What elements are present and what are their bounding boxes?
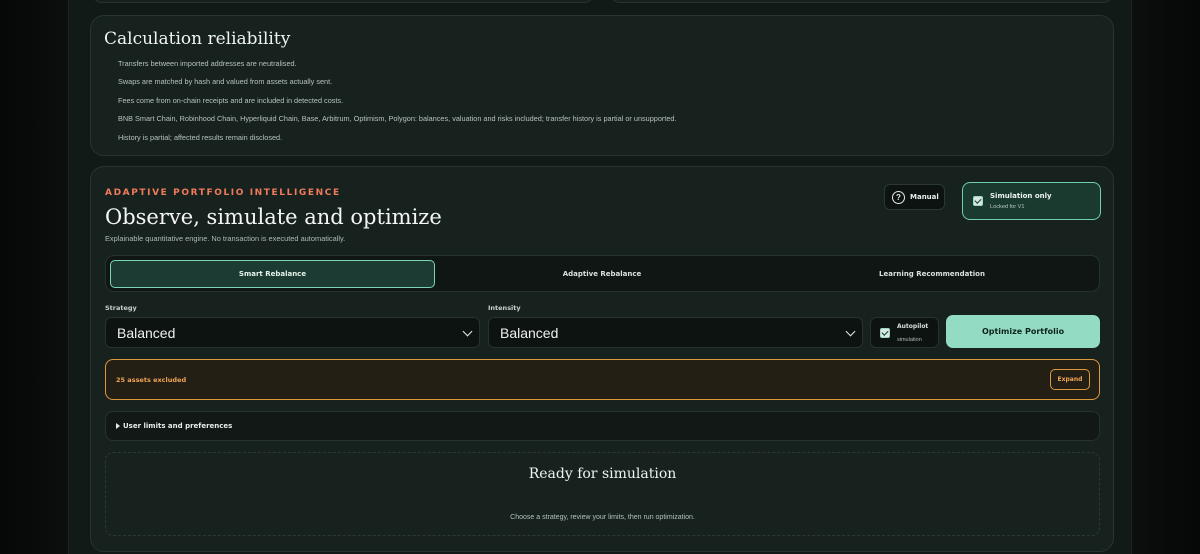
ready-hint: Choose a strategy, review your limits, t… [510,514,695,521]
simulation-only-toggle[interactable]: Simulation only Locked for V1 [962,182,1101,220]
mode-tabs: Smart Rebalance Adaptive Rebalance Learn… [105,255,1100,292]
manual-button-label: Manual [910,193,939,201]
intensity-select[interactable]: Balanced [488,317,863,348]
page-subtitle: Explainable quantitative engine. No tran… [105,234,346,243]
expand-button[interactable]: Expand [1050,369,1090,390]
tab-adaptive-rebalance[interactable]: Adaptive Rebalance [438,260,766,288]
intensity-label: Intensity [488,304,521,312]
chevron-down-icon [845,326,856,337]
autopilot-subtitle: simulation [897,337,922,343]
user-limits-disclosure[interactable]: User limits and preferences [105,411,1100,441]
checkbox-checked-icon[interactable] [880,328,890,338]
calculation-reliability-card: Calculation reliability Transfers betwee… [90,15,1114,156]
simulation-subtitle: Locked for V1 [990,204,1025,210]
strategy-select-value: Balanced [117,324,176,341]
tab-smart-rebalance[interactable]: Smart Rebalance [110,260,435,288]
previous-card-left [91,0,595,3]
intensity-select-value: Balanced [500,324,559,341]
page-title: Observe, simulate and optimize [105,205,442,229]
page-gutter-right [1132,0,1200,554]
disclosure-triangle-icon [116,423,120,429]
excluded-assets-text: 25 assets excluded [116,376,187,384]
reliability-title: Calculation reliability [104,29,291,49]
reliability-item: Swaps are matched by hash and valued fro… [118,77,333,87]
question-circle-icon: ? [892,190,905,204]
checkbox-checked-icon[interactable] [973,196,983,206]
reliability-item: Transfers between imported addresses are… [118,59,297,68]
app-container: Calculation reliability Transfers betwee… [68,0,1132,554]
strategy-select[interactable]: Balanced [105,317,480,348]
strategy-label: Strategy [105,304,137,312]
autopilot-toggle[interactable]: Autopilot simulation [870,317,939,348]
reliability-list: Transfers between imported addresses are… [118,59,677,151]
reliability-item: Fees come from on-chain receipts and are… [118,95,344,105]
simulation-title: Simulation only [990,192,1052,200]
previous-card-right [609,0,1114,3]
optimize-portfolio-button[interactable]: Optimize Portfolio [946,315,1100,348]
portfolio-intelligence-card: ADAPTIVE PORTFOLIO INTELLIGENCE Observe,… [90,166,1114,552]
page-gutter-left [0,0,68,554]
user-limits-label: User limits and preferences [123,422,233,430]
reliability-item: History is partial; affected results rem… [118,132,283,142]
reliability-item: BNB Smart Chain, Robinhood Chain, Hyperl… [118,114,677,124]
autopilot-title: Autopilot [897,323,929,330]
simulation-placeholder: Ready for simulation Choose a strategy, … [105,452,1100,536]
manual-button[interactable]: ? Manual [884,184,945,210]
chevron-down-icon [462,326,473,337]
section-eyebrow: ADAPTIVE PORTFOLIO INTELLIGENCE [105,188,341,198]
excluded-assets-banner: 25 assets excluded Expand [105,359,1100,400]
ready-title: Ready for simulation [528,466,677,482]
tab-learning-recommendation[interactable]: Learning Recommendation [768,260,1096,288]
